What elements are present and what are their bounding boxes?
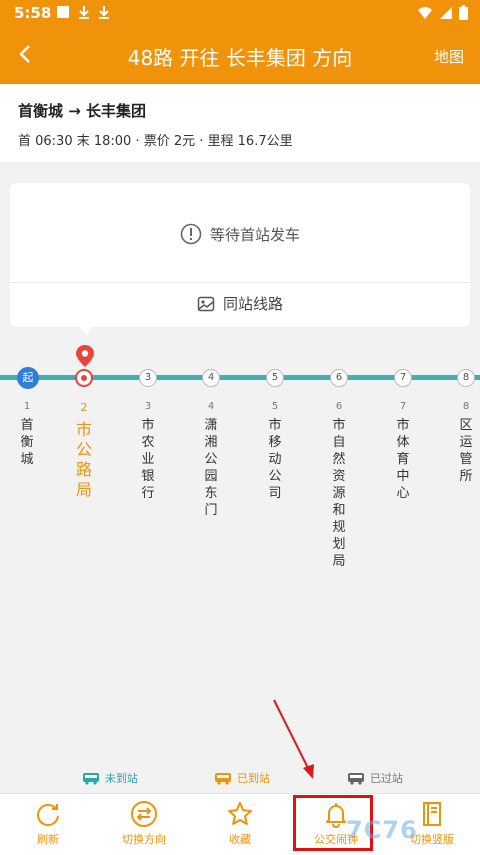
stop-badge[interactable]: 7 (394, 369, 412, 387)
refresh-icon (37, 804, 59, 827)
info-circle-icon (180, 223, 202, 245)
stop-number: 5 (271, 401, 279, 412)
legend-not-arrived: 未到站 (82, 770, 138, 786)
download-icon (79, 6, 89, 19)
book-icon (423, 802, 441, 826)
stop-number: 6 (335, 401, 343, 412)
battery-icon (459, 5, 468, 20)
wifi-icon (418, 6, 432, 19)
stop-name-item[interactable]: 8 区运管所 (456, 398, 476, 485)
legend-label: 已到站 (237, 772, 270, 785)
waiting-text: 等待首站发车 (209, 225, 300, 244)
download-icon (99, 6, 109, 19)
favorite-label: 收藏 (229, 833, 251, 846)
card-pointer (79, 326, 93, 335)
swap-direction-icon (131, 801, 157, 827)
legend-label: 未到站 (105, 772, 138, 785)
page-title: 48路 开往 长丰集团 方向 (127, 46, 353, 70)
stop-name: 市自然资源和规划局 (332, 418, 346, 569)
stop-name: 潇湘公园东门 (204, 418, 218, 518)
status-bar: 5:58 (0, 0, 480, 26)
system-icons (417, 5, 468, 20)
stop-number: 4 (207, 401, 215, 412)
stop-badge-start[interactable]: 起 (17, 367, 39, 389)
switch-direction-label: 切换方向 (122, 833, 166, 846)
switch-direction-button[interactable]: 切换方向 (96, 800, 192, 847)
stop-name: 市公路局 (75, 420, 92, 499)
stop-name: 市农业银行 (141, 418, 155, 501)
bus-icon (215, 772, 231, 785)
map-button[interactable]: 地图 (434, 46, 464, 67)
stop-number: 8 (462, 401, 470, 412)
card-divider (10, 282, 470, 283)
app-bar: 48路 开往 长丰集团 方向 地图 (0, 26, 480, 84)
same-station-lines-button[interactable]: 同站线路 (10, 293, 470, 314)
bus-icon (348, 772, 364, 785)
stop-name: 市体育中心 (396, 418, 410, 501)
stop-name-item-current[interactable]: 2 市公路局 (74, 398, 94, 500)
stop-name: 区运管所 (459, 418, 473, 484)
legend-label: 已过站 (370, 772, 403, 785)
stop-number: 3 (144, 401, 152, 412)
refresh-label: 刷新 (37, 833, 59, 846)
signal-icon (440, 6, 452, 19)
legend-passed: 已过站 (347, 770, 403, 786)
image-icon (197, 296, 215, 311)
route-meta: 首 06:30 末 18:00 · 票价 2元 · 里程 16.7公里 (18, 134, 293, 149)
stop-badge[interactable]: 5 (266, 369, 284, 387)
stop-badge[interactable]: 8 (457, 369, 475, 387)
star-icon (228, 802, 252, 825)
stop-number: 2 (80, 401, 88, 414)
bus-icon (83, 772, 99, 785)
stop-name-item[interactable]: 7 市体育中心 (393, 398, 413, 502)
stop-name: 首衡城 (20, 418, 34, 467)
favorite-button[interactable]: 收藏 (192, 800, 288, 847)
stop-name-item[interactable]: 1 首衡城 (17, 398, 37, 468)
stop-name-item[interactable]: 4 潇湘公园东门 (201, 398, 221, 519)
stop-badge-current[interactable] (75, 369, 93, 387)
route-info-panel: 首衡城 → 长丰集团 首 06:30 末 18:00 · 票价 2元 · 里程 … (0, 84, 480, 162)
legend-arrived: 已到站 (214, 770, 270, 786)
watermark-logo: 7C76 (346, 816, 418, 844)
stop-number: 1 (23, 401, 31, 412)
same-station-label: 同站线路 (222, 295, 283, 313)
stop-name-item[interactable]: 3 市农业银行 (138, 398, 158, 502)
stop-badge[interactable]: 6 (330, 369, 348, 387)
status-time: 5:58 (14, 4, 52, 22)
stop-badge[interactable]: 3 (139, 369, 157, 387)
refresh-button[interactable]: 刷新 (0, 800, 96, 847)
bus-status-card: 等待首站发车 同站线路 (10, 183, 470, 327)
stop-number: 7 (399, 401, 407, 412)
notification-square-icon (57, 6, 69, 18)
route-endpoints: 首衡城 → 长丰集团 (18, 102, 147, 120)
notification-icons (56, 5, 110, 19)
waiting-status: 等待首站发车 (10, 223, 470, 245)
location-pin-icon (76, 345, 94, 367)
stop-name-item[interactable]: 6 市自然资源和规划局 (329, 398, 349, 570)
stop-badge[interactable]: 4 (202, 369, 220, 387)
stop-name: 市移动公司 (268, 418, 282, 501)
stop-name-item[interactable]: 5 市移动公司 (265, 398, 285, 502)
